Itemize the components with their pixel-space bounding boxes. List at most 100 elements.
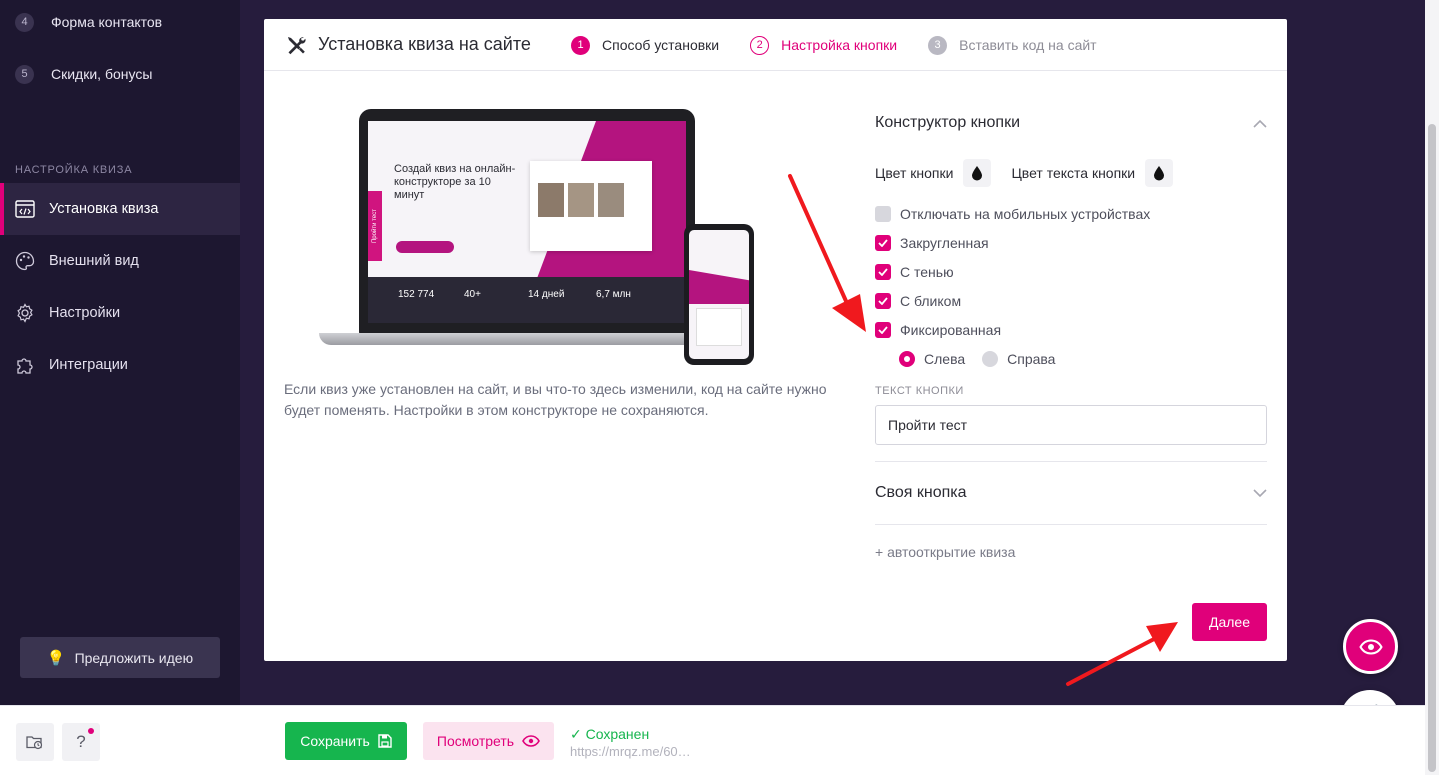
step-number: 2 [750,35,770,55]
sidebar-item-appearance[interactable]: Внешний вид [0,235,240,287]
radio-right-label: Справа [1007,350,1056,367]
tools-icon [285,34,307,56]
button-color-label: Цвет кнопки [875,165,954,181]
check-icon [878,238,888,247]
history-button[interactable] [16,723,54,761]
eye-icon [522,735,541,747]
card-title-text: Установка квиза на сайте [318,34,531,54]
step-label: Вставить код на сайт [959,37,1097,53]
checkbox[interactable] [875,234,891,251]
sidebar-item-label: Внешний вид [49,253,139,269]
notification-dot [88,728,94,734]
install-hint: Если квиз уже установлен на сайт, и вы ч… [284,381,827,418]
option-label: Фиксированная [900,321,1002,338]
folder-clock-icon [26,736,43,750]
help-button[interactable]: ? [62,723,100,761]
save-label: Сохранить [300,733,370,749]
puzzle-icon [15,355,35,375]
check-icon [878,325,888,334]
suggest-idea-label: Предложить идею [74,649,194,666]
chevron-down-icon [1253,486,1267,500]
option-fixed[interactable]: Фиксированная [875,315,1267,344]
color-pickers: Цвет кнопки Цвет текста кнопки [875,159,1267,187]
scrollbar-thumb[interactable] [1428,124,1436,772]
button-text-input[interactable] [875,405,1267,445]
text-color-label: Цвет текста кнопки [1011,165,1136,181]
radio-right[interactable] [982,350,999,367]
step-label: Настройка кнопки [781,37,898,53]
device-preview: Создай квиз на онлайн-конструкторе за 10… [319,107,759,365]
help-label: ? [76,732,86,751]
sidebar-item-label: Интеграции [49,357,128,373]
drop-icon [1154,166,1165,181]
view-button[interactable]: Посмотреть [423,722,554,760]
option-disable-mobile[interactable]: Отключать на мобильных устройствах [875,199,1267,228]
step-insert-code[interactable]: 3 Вставить код на сайт [928,35,1097,55]
page-scrollbar[interactable] [1425,0,1439,775]
checkbox[interactable] [875,263,891,280]
drop-icon [972,166,983,181]
own-button-title: Своя кнопка [875,484,967,501]
sidebar-item-label: Установка квиза [49,201,159,217]
sidebar-item-integrations[interactable]: Интеграции [0,339,240,391]
button-color-picker[interactable] [963,159,992,187]
stat-value: 152 774 [398,289,435,300]
check-icon [878,267,888,276]
sidebar: 4 Форма контактов 5 Скидки, бонусы НАСТР… [0,0,240,705]
card-header: Установка квиза на сайте 1 Способ устано… [264,19,1287,71]
step-install-method[interactable]: 1 Способ установки [571,35,720,55]
page-title: Установка квиза на сайте [285,34,531,56]
suggest-idea-button[interactable]: 💡 Предложить идею [20,637,220,678]
saved-status: ✓ Сохранен [570,726,650,742]
sidebar-step-discounts[interactable]: 5 Скидки, бонусы [0,54,240,94]
position-radio-group: Слева Справа [875,344,1267,373]
sidebar-item-label: Настройки [49,305,121,321]
sidebar-item-settings[interactable]: Настройки [0,287,240,339]
stat-value: 6,7 млн [596,289,631,300]
step-button-setup[interactable]: 2 Настройка кнопки [750,35,898,55]
laptop-mockup: Создай квиз на онлайн-конструкторе за 10… [359,109,695,334]
floppy-disk-icon [378,734,392,748]
option-shadow[interactable]: С тенью [875,257,1267,286]
text-color-picker[interactable] [1145,159,1174,187]
option-glare[interactable]: С бликом [875,286,1267,315]
checkbox[interactable] [875,205,891,222]
radio-left[interactable] [899,350,915,367]
divider [875,524,1267,525]
preview-fab-button[interactable] [1343,619,1398,674]
button-text-label: ТЕКСТ КНОПКИ [875,385,964,397]
option-label: С тенью [900,263,954,280]
own-button-accordion-header[interactable]: Своя кнопка [875,475,1267,511]
save-button[interactable]: Сохранить [285,722,407,760]
checkbox[interactable] [875,292,891,309]
stat-value: 40+ [464,289,481,300]
install-card: Установка квиза на сайте 1 Способ устано… [264,19,1287,661]
divider [875,461,1267,462]
bottom-bar: ? Сохранить Посмотреть ✓ Сохранен https:… [0,705,1425,775]
step-number: 1 [571,35,590,55]
sidebar-step-label: Форма контактов [51,14,163,30]
laptop-headline: Создай квиз на онлайн-конструкторе за 10… [394,163,516,201]
checkbox[interactable] [875,321,891,338]
step-number: 5 [15,64,34,84]
code-window-icon [15,199,35,219]
constructor-accordion-header[interactable]: Конструктор кнопки [875,105,1267,141]
options-list: Отключать на мобильных устройствах Закру… [875,199,1267,373]
next-button[interactable]: Далее [1192,603,1267,641]
option-label: Закругленная [900,234,989,251]
lightbulb-icon: 💡 [46,649,66,667]
laptop-screen: Создай квиз на онлайн-конструкторе за 10… [368,121,686,323]
option-rounded[interactable]: Закругленная [875,228,1267,257]
constructor-title: Конструктор кнопки [875,114,1021,131]
chevron-up-icon [1253,116,1267,130]
sidebar-step-contacts[interactable]: 4 Форма контактов [0,2,240,42]
sidebar-item-install[interactable]: Установка квиза [0,183,240,235]
button-constructor: Конструктор кнопки Цвет кнопки Цвет текс… [875,105,1267,560]
quiz-url-link[interactable]: https://mrqz.me/60… [570,744,691,759]
install-steps: 1 Способ установки 2 Настройка кнопки 3 … [571,19,1128,71]
sidebar-section-title: НАСТРОЙКА КВИЗА [15,164,133,176]
sidebar-step-label: Скидки, бонусы [51,66,153,82]
autoopen-link[interactable]: + автооткрытие квиза [875,544,1267,560]
step-label: Способ установки [602,37,720,53]
palette-icon [15,251,35,271]
